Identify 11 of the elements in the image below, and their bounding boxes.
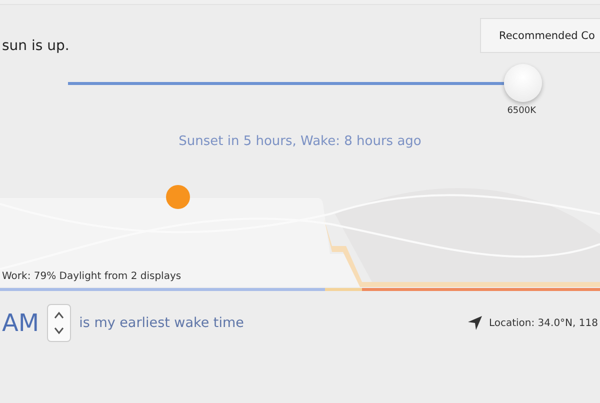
sun-icon <box>166 185 190 209</box>
recommended-button[interactable]: Recommended Co <box>480 18 600 53</box>
location-arrow-icon <box>466 315 483 331</box>
daylight-caption: Work: 79% Daylight from 2 displays <box>2 271 182 282</box>
color-temperature-value: 6500K <box>507 106 536 118</box>
time-stepper[interactable] <box>47 304 72 342</box>
status-message: sun is up. <box>2 38 70 54</box>
wake-label: is my earliest wake time <box>79 315 244 331</box>
location-text: Location: 34.0°N, 118 <box>488 318 598 328</box>
wake-time-value: AM <box>2 309 40 337</box>
sunset-info: Sunset in 5 hours, Wake: 8 hours ago <box>178 134 422 149</box>
